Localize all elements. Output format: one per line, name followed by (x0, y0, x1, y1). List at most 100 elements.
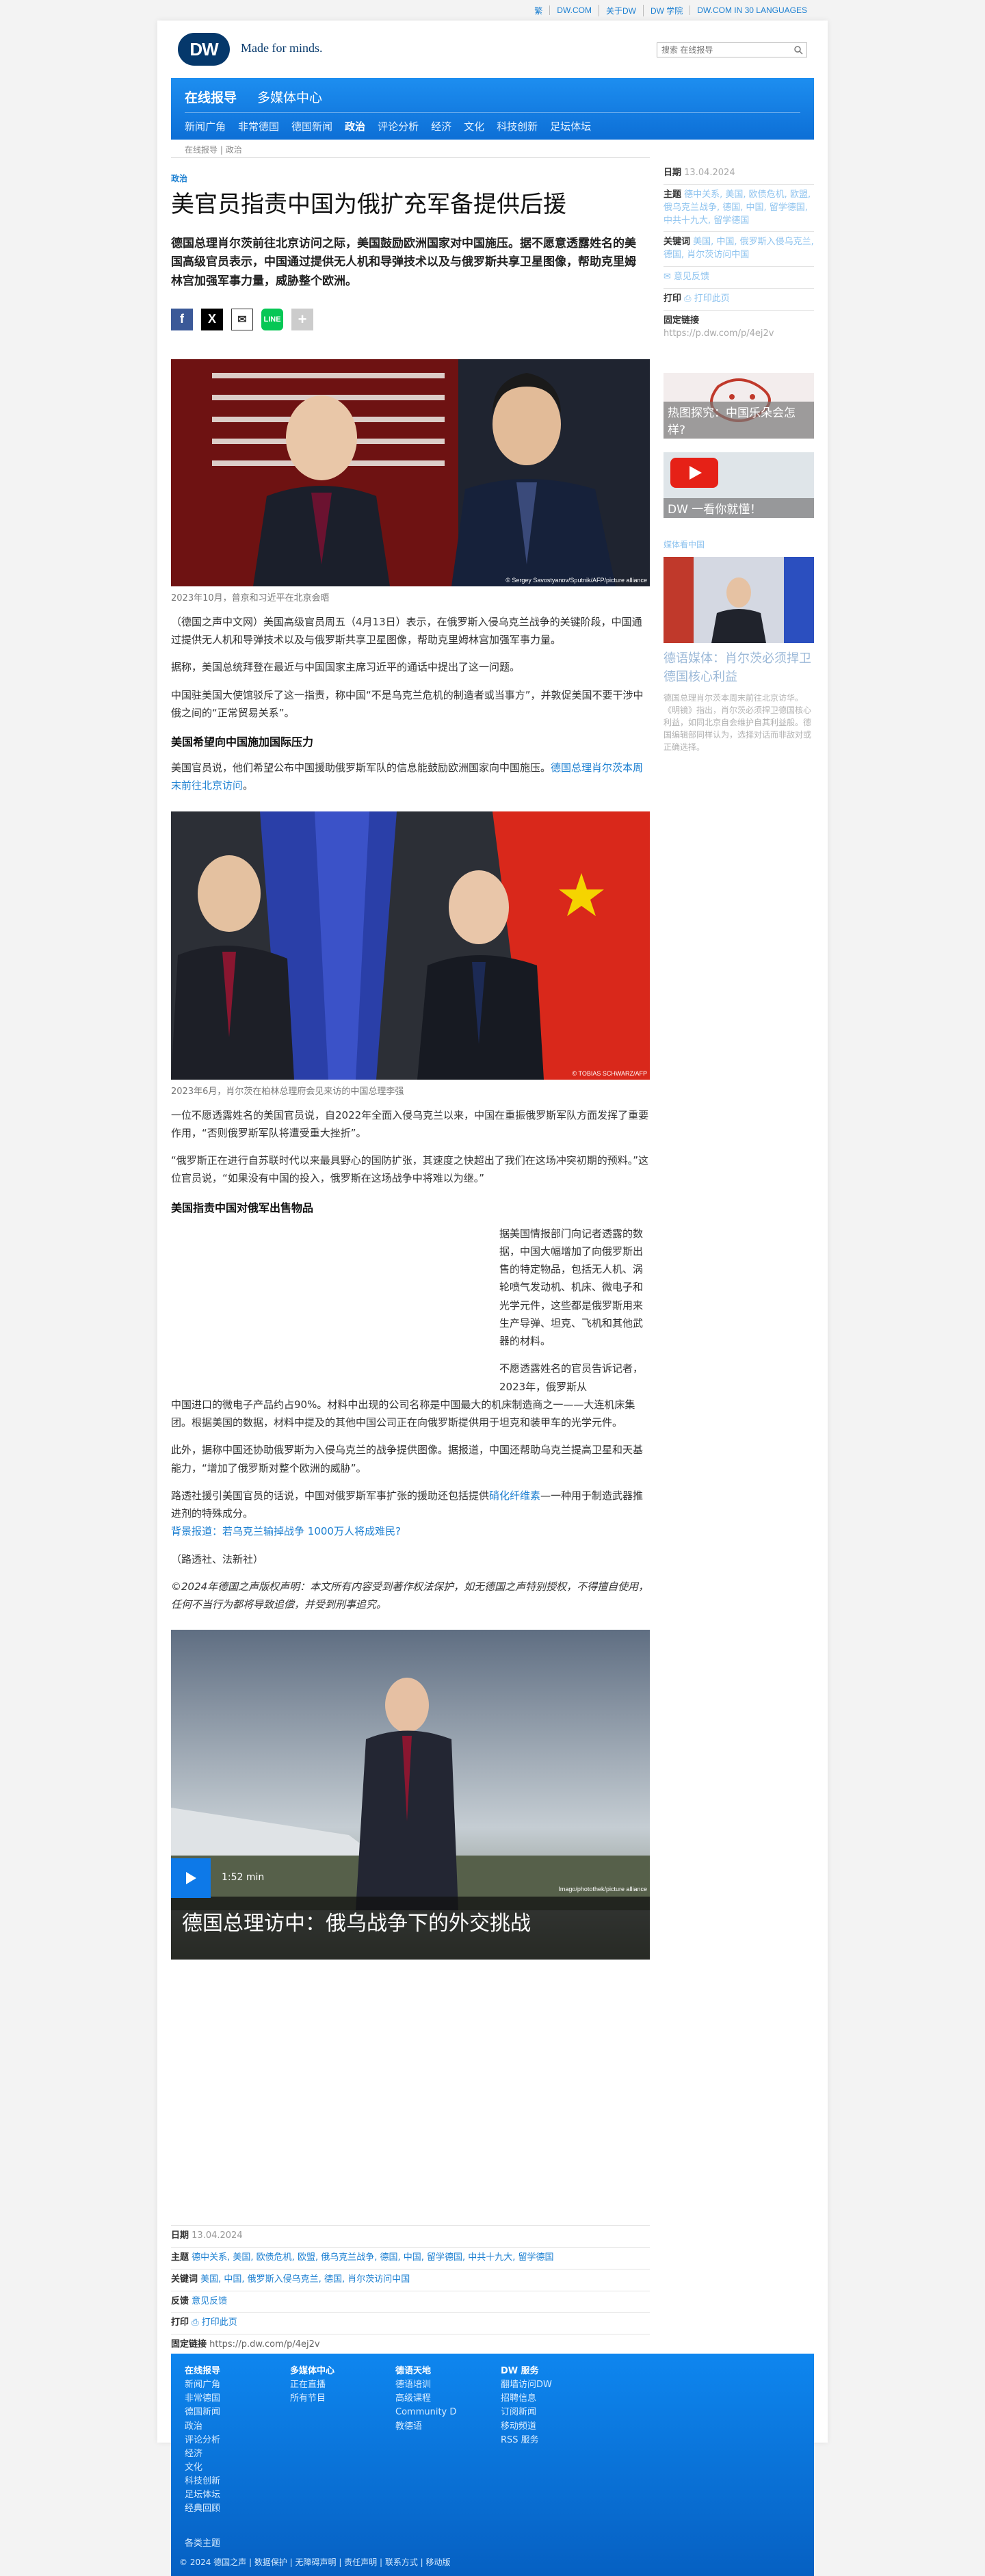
footer-link[interactable]: 非常德国 (185, 2392, 220, 2406)
footer-link[interactable]: 政治 (185, 2420, 220, 2434)
footer-link[interactable]: 评论分析 (185, 2434, 220, 2447)
bottom-print-link[interactable]: 打印此页 (202, 2317, 237, 2328)
article-kicker[interactable]: 政治 (171, 172, 650, 184)
facebook-share-icon[interactable]: f (171, 308, 193, 330)
nav-title[interactable]: 在线报导 (185, 88, 237, 106)
footer-link[interactable]: 科技创新 (185, 2475, 220, 2488)
copyright-notice: ©2024年德国之声版权声明：本文所有内容受到著作权法保护，如无德国之声特别授权… (171, 1580, 649, 1611)
nav-item-news[interactable]: 新闻广角 (185, 119, 226, 133)
nav-item-sports[interactable]: 足坛体坛 (550, 119, 591, 133)
page-container: DW Made for minds. 在线报导 多媒体中心 新闻广角 非常德国 … (157, 21, 828, 2576)
footer-col4-title[interactable]: DW 服务 (501, 2365, 552, 2378)
nav-item-politics[interactable]: 政治 (345, 119, 365, 133)
footer-col3-title[interactable]: 德语天地 (395, 2365, 456, 2378)
play-icon (186, 1872, 196, 1885)
toplink-dwcom[interactable]: DW.COM (549, 5, 599, 15)
article-lead: 德国总理肖尔茨前往北京访问之际，美国鼓励欧洲国家对中国施压。据不愿意透露姓名的美… (171, 237, 636, 288)
nav-item-germany[interactable]: 非常德国 (238, 119, 279, 133)
paragraph-7: 据美国情报部门向记者透露的数据，中国大幅增加了向俄罗斯出售的特定物品，包括无人机… (499, 1227, 644, 1348)
footer-link[interactable]: 教德语 (395, 2420, 456, 2434)
footer-link[interactable]: 所有节目 (290, 2392, 334, 2406)
footer-link[interactable]: 文化 (185, 2461, 220, 2475)
paragraph-3: 中国驻美国大使馆驳斥了这一指责，称中国“不是乌克兰危机的制造者或当事方”，并敦促… (171, 688, 644, 719)
bottom-print: 打印 ⎙ 打印此页 (171, 2313, 650, 2335)
footer-link[interactable]: Community D (395, 2406, 456, 2419)
paragraph-4-text: 美国官员说，他们希望公布中国援助俄罗斯军队的信息能鼓励欧洲国家向中国施压。 (171, 762, 551, 774)
more-share-icon[interactable]: + (291, 308, 313, 330)
nav-item-culture[interactable]: 文化 (464, 119, 484, 133)
sidebar-permalink-url[interactable]: https://p.dw.com/p/4ej2v (664, 328, 814, 341)
footer-link[interactable]: 移动频道 (501, 2420, 552, 2434)
sidebar-topics: 主题 德中关系, 美国, 欧债危机, 欧盟, 俄乌克兰战争, 德国, 中国, 留… (664, 185, 814, 233)
image1-caption: 2023年10月，普京和习近平在北京会晤 (171, 593, 330, 603)
nav-item-economy[interactable]: 经济 (431, 119, 451, 133)
sidebar-card-media-title[interactable]: 德语媒体：肖尔茨必须捍卫德国核心利益 (664, 650, 814, 686)
bottom-keyword-links[interactable]: 美国, 中国, 俄罗斯入侵乌克兰, 德国, 肖尔茨访问中国 (200, 2274, 410, 2285)
link-background-refugees[interactable]: 背景报道：若乌克兰输掉战争 1000万人将成难民? (171, 1525, 401, 1537)
sidebar-topic-links[interactable]: 德中关系, 美国, 欧债危机, 欧盟, 俄乌克兰战争, 德国, 中国, 留学德国… (664, 190, 811, 226)
sidebar-print-link[interactable]: 打印此页 (694, 294, 730, 304)
footer-col-online: 在线报导 新闻广角 非常德国 德国新闻 政治 评论分析 经济 文化 科技创新 足… (185, 2365, 220, 2551)
dw-logo[interactable]: DW (178, 33, 234, 66)
footer-col2-title[interactable]: 多媒体中心 (290, 2365, 334, 2378)
sidebar-card-media-image[interactable] (664, 557, 814, 644)
paragraph-6: “俄罗斯正在进行自苏联时代以来最具野心的国防扩张，其速度之快超出了我们在这场冲突… (171, 1154, 649, 1185)
scholz-flags-illustration (664, 557, 814, 644)
footer-copyright: © 2024 德国之声 | 数据保护 | 无障碍声明 | 责任声明 | 联系方式… (179, 2558, 451, 2567)
nav-item-german-news[interactable]: 德国新闻 (291, 119, 332, 133)
footer-link[interactable]: 正在直播 (290, 2378, 334, 2392)
sidebar-card-video-title: DW 一看你就懂！ (664, 498, 814, 519)
paragraph-10-text: 路透社援引美国官员的话说，中国对俄罗斯军事扩张的援助还包括提供 (171, 1489, 490, 1502)
main-nav: 在线报导 多媒体中心 新闻广角 非常德国 德国新闻 政治 评论分析 经济 文化 … (171, 78, 814, 140)
search-input[interactable] (657, 42, 807, 57)
footer-link[interactable]: 德国新闻 (185, 2406, 220, 2419)
nav-item-science[interactable]: 科技创新 (497, 119, 538, 133)
footer-link[interactable]: 招聘信息 (501, 2392, 552, 2406)
print-icon: ⎙ (684, 293, 692, 304)
paragraph-2: 据称，美国总统拜登在最近与中国国家主席习近平的通话中提出了这一问题。 (171, 661, 521, 674)
footer-link[interactable]: 订阅新闻 (501, 2406, 552, 2419)
breadcrumb-home[interactable]: 在线报导 (185, 145, 218, 155)
dw-logo-mark: DW (178, 33, 230, 66)
footer-link[interactable]: 翻墙访问DW (501, 2378, 552, 2392)
footer-link[interactable]: 经典回顾 (185, 2502, 220, 2516)
bottom-topic-links[interactable]: 德中关系, 美国, 欧债危机, 欧盟, 俄乌克兰战争, 德国, 中国, 留学德国… (192, 2252, 553, 2263)
email-share-icon[interactable]: ✉ (231, 308, 253, 330)
sidebar-feedback-link[interactable]: 意见反馈 (674, 272, 709, 282)
li-scholz-illustration (171, 811, 650, 1080)
nav-media-center[interactable]: 多媒体中心 (257, 88, 322, 106)
subhead-2: 美国指责中国对俄军出售物品 (171, 1201, 314, 1214)
bottom-feedback-link[interactable]: 意见反馈 (192, 2296, 227, 2306)
sidebar-date: 日期 13.04.2024 (664, 163, 814, 185)
footer-link[interactable]: 足坛体坛 (185, 2488, 220, 2502)
footer-link[interactable]: RSS 服务 (501, 2434, 552, 2447)
search-icon[interactable] (793, 45, 803, 55)
footer-col1-title[interactable]: 在线报导 (185, 2365, 220, 2378)
breadcrumb-current[interactable]: 政治 (226, 145, 242, 155)
breadcrumb: 在线报导 | 政治 (185, 144, 242, 155)
x-share-icon[interactable]: X (201, 308, 223, 330)
sidebar-card-china[interactable]: 热图探究：中国乐朵会怎样? (664, 373, 814, 439)
top-links: 繁 DW.COM 关于DW DW 学院 DW.COM IN 30 LANGUAG… (0, 0, 985, 21)
paragraph-1: （德国之声中文网）美国高级官员周五（4月13日）表示，在俄罗斯入侵乌克兰战争的关… (171, 615, 642, 646)
play-button[interactable] (171, 1858, 211, 1899)
toplink-academy[interactable]: DW 学院 (642, 4, 690, 16)
link-nitrocellulose[interactable]: 硝化纤维素 (489, 1489, 540, 1502)
video-title[interactable]: 德国总理访中：俄乌战争下的外交挑战 (182, 1906, 531, 1936)
media-section-label[interactable]: 媒体看中国 (664, 538, 814, 550)
toplink-traditional[interactable]: 繁 (527, 5, 549, 16)
toplink-about[interactable]: 关于DW (598, 4, 643, 16)
footer-link[interactable]: 新闻广角 (185, 2378, 220, 2392)
paragraph-4: 美国官员说，他们希望公布中国援助俄罗斯军队的信息能鼓励欧洲国家向中国施压。德国总… (171, 759, 650, 795)
paragraph-9: 此外，据称中国还协助俄罗斯为入侵乌克兰的战争提供图像。据报道，中国还帮助乌克兰提… (171, 1444, 644, 1474)
nav-item-commentary[interactable]: 评论分析 (378, 119, 419, 133)
footer-link[interactable]: 高级课程 (395, 2392, 456, 2406)
line-share-icon[interactable]: LINE (261, 308, 283, 330)
sidebar-card-video[interactable]: DW 一看你就懂！ (664, 452, 814, 519)
bottom-permalink-url[interactable]: https://p.dw.com/p/4ej2v (209, 2339, 319, 2350)
toplink-languages[interactable]: DW.COM IN 30 LANGUAGES (690, 5, 814, 15)
footer-link[interactable]: 德语培训 (395, 2378, 456, 2392)
video-player[interactable]: Imago/photothek/picture alliance 1:52 mi… (171, 1630, 650, 1960)
video-credit: Imago/photothek/picture alliance (558, 1886, 647, 1893)
footer-topics-link[interactable]: 各类主题 (185, 2537, 220, 2551)
